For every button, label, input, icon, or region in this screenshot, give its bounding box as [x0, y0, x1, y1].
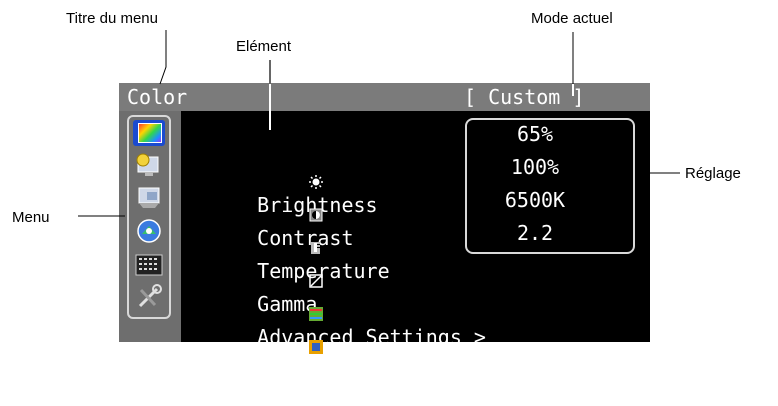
item-label: Color Reset [257, 358, 390, 382]
callout-mode-actuel: Mode actuel [531, 10, 613, 27]
menu-title: Color [127, 85, 188, 109]
settings-values-frame [465, 118, 635, 254]
callout-reglage: Réglage [685, 165, 741, 182]
callout-element: Elément [236, 38, 292, 55]
item-color-reset[interactable]: Color Reset [189, 287, 390, 406]
callout-titre-du-menu: Titre du menu [66, 10, 158, 27]
callout-menu: Menu [12, 209, 50, 226]
leader-titre-du-menu [159, 30, 167, 85]
menu-highlight-frame [127, 115, 171, 319]
osd-title-bar: Color [ Custom ] [119, 83, 650, 111]
color-reset-icon [237, 311, 324, 354]
current-mode: [ Custom ] [464, 85, 585, 109]
